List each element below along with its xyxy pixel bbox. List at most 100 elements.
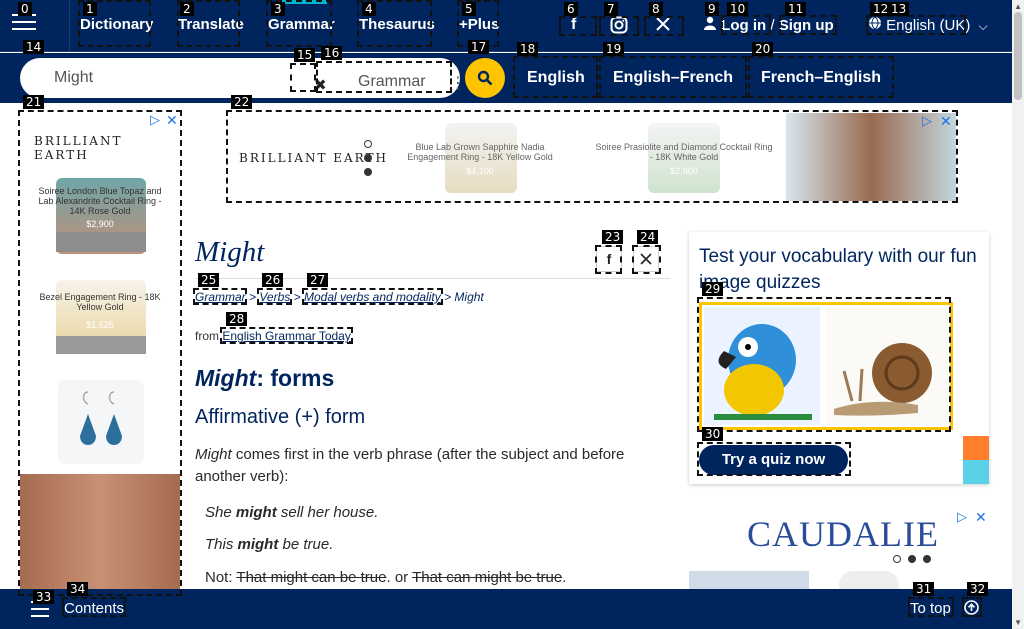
arrow-up-circle-icon[interactable]: [964, 600, 979, 620]
ad-brand-logo: BRILLIANT EARTH: [34, 134, 123, 162]
annot-badge: 26: [262, 273, 284, 287]
dict-english[interactable]: English: [527, 69, 585, 87]
nav-dictionary[interactable]: Dictionary: [80, 16, 153, 33]
banner-ad[interactable]: BRILLIANT EARTH Blue Lab Grown Sapphire …: [230, 113, 956, 201]
annot-badge: 29: [702, 282, 724, 296]
annot-badge: 5: [462, 2, 476, 16]
annot-badge: 19: [603, 42, 625, 56]
ex-text: . or: [386, 569, 413, 586]
try-quiz-button[interactable]: Try a quiz now: [699, 445, 848, 475]
adchoices-icon[interactable]: ▷: [150, 112, 160, 128]
annot-badge: 27: [307, 273, 329, 287]
right-ad[interactable]: CAUDALIE ▷ ✕: [689, 509, 989, 589]
adchoices-icon[interactable]: ▷: [957, 509, 967, 525]
ad-close-icon[interactable]: ✕: [940, 113, 952, 130]
quiz-title: Test your vocabulary with our fun image …: [699, 246, 977, 293]
ad-close-icon[interactable]: ✕: [166, 112, 178, 129]
price-band: [56, 336, 146, 354]
search-button[interactable]: [465, 58, 505, 98]
contents-button[interactable]: Contents: [64, 600, 124, 617]
dictionary-select[interactable]: Grammar: [358, 73, 426, 91]
menu-icon[interactable]: [12, 14, 36, 34]
subsection-heading: Affirmative (+) form: [195, 406, 366, 428]
annot-badge: 6: [564, 2, 578, 16]
carousel-dot[interactable]: [364, 168, 372, 176]
ad-item-price: $2,900: [86, 219, 114, 229]
carousel-dot[interactable]: [908, 555, 916, 563]
annot-badge: 9: [705, 2, 719, 16]
example-3: Not: That might can be true. or That can…: [205, 569, 566, 586]
annot-badge: 31: [913, 582, 935, 596]
annot-badge: 34: [67, 582, 89, 596]
adchoices-icon[interactable]: ▷: [922, 113, 932, 129]
login-area: Log in / Sign up: [703, 16, 834, 34]
annot-badge: 14: [23, 40, 45, 54]
right-ad-brand: CAUDALIE: [747, 514, 939, 554]
carousel-dot[interactable]: [893, 555, 901, 563]
section-heading: Might: forms: [195, 365, 334, 392]
ex-bold: might: [235, 504, 277, 521]
top-nav: Dictionary Translate Grammar Thesaurus +…: [0, 0, 1012, 52]
more-options-icon[interactable]: ⋮: [450, 73, 466, 93]
source-prefix: from: [195, 329, 219, 343]
ad-item-price: $1,625: [86, 320, 114, 330]
nav-grammar[interactable]: Grammar: [268, 0, 335, 33]
para-text: comes first in the verb phrase (after th…: [195, 446, 625, 485]
banner-item-name: Soiree Prasiolite and Diamond Cocktail R…: [595, 142, 773, 162]
x-twitter-icon[interactable]: [655, 16, 671, 37]
clear-icon[interactable]: ✖: [314, 76, 327, 94]
ad-item-name: Bezel Engagement Ring - 18K Yellow Gold: [39, 292, 161, 312]
breadcrumb-grammar[interactable]: Grammar: [195, 290, 246, 304]
scroll-up-icon[interactable]: ▲: [1014, 2, 1022, 11]
carousel-dot[interactable]: [923, 555, 931, 563]
breadcrumb-verbs[interactable]: Verbs: [259, 290, 290, 304]
signup-link[interactable]: Sign up: [779, 17, 834, 34]
ad-photo: [689, 571, 809, 589]
annot-badge: 22: [231, 95, 253, 109]
instagram-icon[interactable]: [610, 16, 628, 39]
left-ad[interactable]: ▷ ✕ BRILLIANT EARTH Soiree London Blue T…: [20, 112, 180, 592]
carousel-dot[interactable]: [364, 154, 372, 162]
nav-divider: [69, 0, 70, 52]
annot-badge: 0: [18, 2, 32, 16]
ex-text: She: [205, 504, 236, 521]
scroll-thumb[interactable]: [1014, 12, 1022, 100]
search-input[interactable]: [54, 69, 294, 87]
source-link[interactable]: English Grammar Today: [222, 329, 351, 343]
annot-badge: 24: [637, 230, 659, 244]
annot-badge: 15: [294, 48, 316, 62]
globe-icon: [868, 16, 886, 34]
heading-rest: : forms: [256, 365, 335, 391]
source-line: from English Grammar Today: [195, 329, 351, 343]
search-box: ✖ Grammar ⋮: [20, 58, 466, 98]
annot-badge: 4: [362, 2, 376, 16]
annot-badge: 25: [198, 273, 220, 287]
annot-badge: 2: [180, 2, 194, 16]
facebook-icon[interactable]: f: [571, 16, 576, 34]
scroll-down-icon[interactable]: ▼: [1014, 618, 1022, 627]
language-selector[interactable]: English (UK) ⌵: [868, 16, 988, 34]
ad-close-icon[interactable]: ✕: [975, 509, 987, 526]
carousel-dot[interactable]: [364, 140, 372, 148]
dict-french-english[interactable]: French–English: [761, 69, 881, 87]
to-top-button[interactable]: To top: [910, 600, 951, 617]
dict-english-french[interactable]: English–French: [613, 69, 733, 87]
annot-badge: 28: [226, 312, 248, 326]
x-share-button[interactable]: [633, 246, 659, 272]
annot-badge: 16: [321, 46, 343, 60]
facebook-share-button[interactable]: f: [596, 246, 622, 272]
nav-plus[interactable]: +Plus: [459, 16, 499, 33]
banner-item-price: $4,100: [466, 166, 494, 176]
breadcrumb-modal-verbs[interactable]: Modal verbs and modality: [304, 290, 441, 304]
annot-badge: 20: [752, 42, 774, 56]
scrollbar[interactable]: ▲ ▼: [1012, 0, 1024, 629]
quiz-image[interactable]: [699, 302, 953, 430]
user-icon: [703, 16, 721, 34]
ex-text: be true.: [278, 536, 334, 553]
nav-thesaurus[interactable]: Thesaurus: [359, 16, 435, 33]
login-link[interactable]: Log in: [721, 17, 766, 34]
ex-text: sell her house.: [276, 504, 379, 521]
annot-badge: 32: [967, 582, 989, 596]
quiz-panel: Test your vocabulary with our fun image …: [689, 232, 989, 484]
nav-translate[interactable]: Translate: [178, 16, 244, 33]
